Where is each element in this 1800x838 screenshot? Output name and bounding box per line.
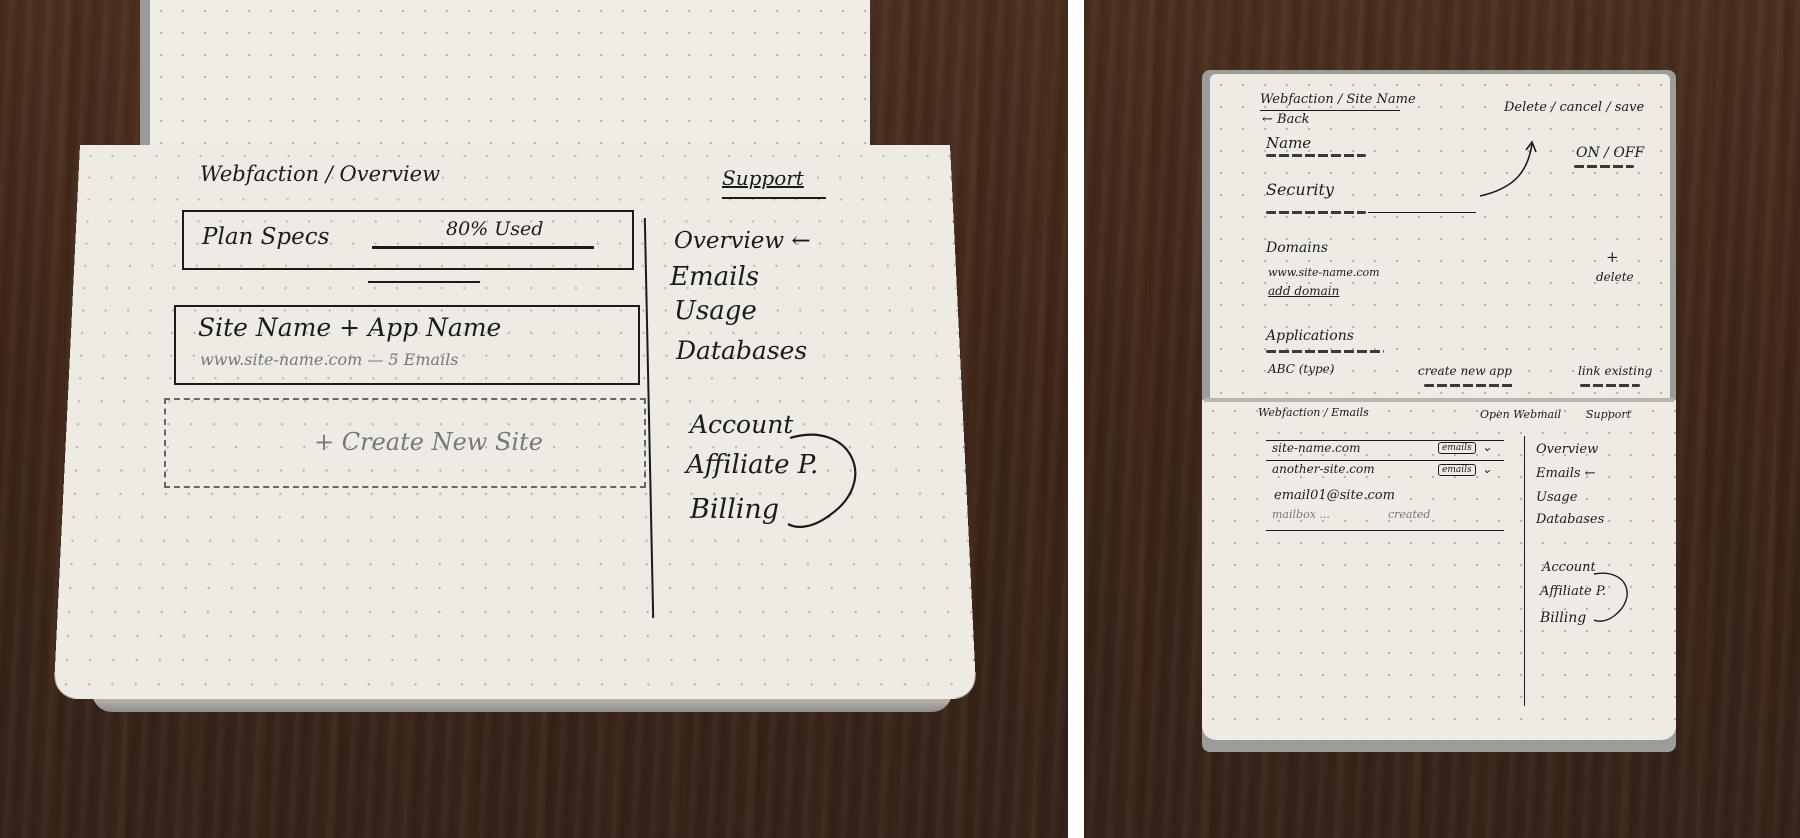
site-card-subtitle: www.site-name.com — 5 Emails [200,350,459,369]
notebook-top-page [150,0,870,150]
plan-specs-title: Plan Specs [202,224,330,250]
application-item: ABC (type) [1268,362,1335,376]
site-toggle: ON / OFF [1576,145,1645,161]
email-domain-badge-2: emails [1438,464,1476,476]
domains-label: Domains [1266,240,1328,256]
create-site-label: + Create New Site [314,428,543,456]
left-notebook-photo: Webfaction / Overview Support Plan Specs… [0,0,1068,838]
emails-nav-emails: Emails ← [1536,466,1596,481]
emails-row-divider-bottom [1266,530,1504,531]
site-name-label: Name [1266,134,1312,152]
site-security-line [1266,211,1366,214]
chevron-down-icon: ⌄ [1482,440,1493,454]
create-app-underline [1424,384,1514,387]
site-back-link: ← Back [1262,112,1310,127]
add-domain-link: add domain [1268,284,1340,298]
site-breadcrumb-underline [1260,110,1400,111]
email-mailbox-note: mailbox ... [1272,508,1330,521]
domain-delete: delete [1596,270,1634,284]
emails-row-divider-1 [1266,460,1504,461]
right-notebook-photo: Webfaction / Site Name Delete / cancel /… [1084,0,1800,838]
left-nav-billing: Billing [690,494,780,525]
left-support-link: Support [722,166,804,190]
left-nav-usage: Usage [674,296,757,326]
emails-nav-billing: Billing [1540,610,1587,626]
plan-usage-bar [372,246,594,249]
notebook-cover-edge [140,0,150,150]
left-divider-short [368,281,480,283]
email-domain-row-2: another-site.com [1272,462,1375,476]
email-status: created [1388,508,1431,521]
emails-nav-usage: Usage [1536,490,1578,505]
chevron-down-icon: ⌄ [1482,462,1493,476]
link-existing-link: link existing [1578,364,1653,378]
site-security-label: Security [1266,180,1334,199]
site-breadcrumb: Webfaction / Site Name [1260,92,1416,107]
emails-support-link: Support [1586,408,1632,421]
email-domain-badge-1: emails [1438,442,1476,454]
applications-label: Applications [1266,328,1354,344]
domains-value: www.site-name.com [1268,266,1380,279]
plan-usage-label: 80% Used [446,218,544,240]
email-domain-row-1: site-name.com [1272,441,1361,455]
left-nav-overview: Overview ← [674,228,811,254]
emails-nav-databases: Databases [1536,512,1605,527]
arrow-up-icon [1479,140,1537,197]
site-toggle-underline [1574,165,1634,168]
site-card-title: Site Name + App Name [198,313,502,342]
emails-sidebar-divider [1524,436,1525,706]
emails-account-bracket-icon [1593,572,1628,622]
emails-nav-overview: Overview [1536,442,1599,457]
site-security-underline [1368,212,1476,213]
right-page-fold [1204,398,1674,402]
photo-gap [1068,0,1084,838]
open-webmail-link: Open Webmail [1480,408,1562,421]
domain-add-icon: + [1606,248,1619,266]
site-name-input-line [1266,154,1366,157]
link-existing-underline [1580,384,1640,387]
left-breadcrumb: Webfaction / Overview [200,162,441,186]
email-address: email01@site.com [1274,488,1395,503]
left-account-bracket-icon [787,433,857,528]
applications-line [1266,350,1384,353]
left-nav-emails: Emails [670,262,760,292]
left-nav-databases: Databases [676,336,808,365]
emails-breadcrumb: Webfaction / Emails [1258,406,1369,419]
create-new-app-link: create new app [1418,364,1512,378]
site-actions: Delete / cancel / save [1504,100,1645,115]
left-support-underline [722,197,826,199]
